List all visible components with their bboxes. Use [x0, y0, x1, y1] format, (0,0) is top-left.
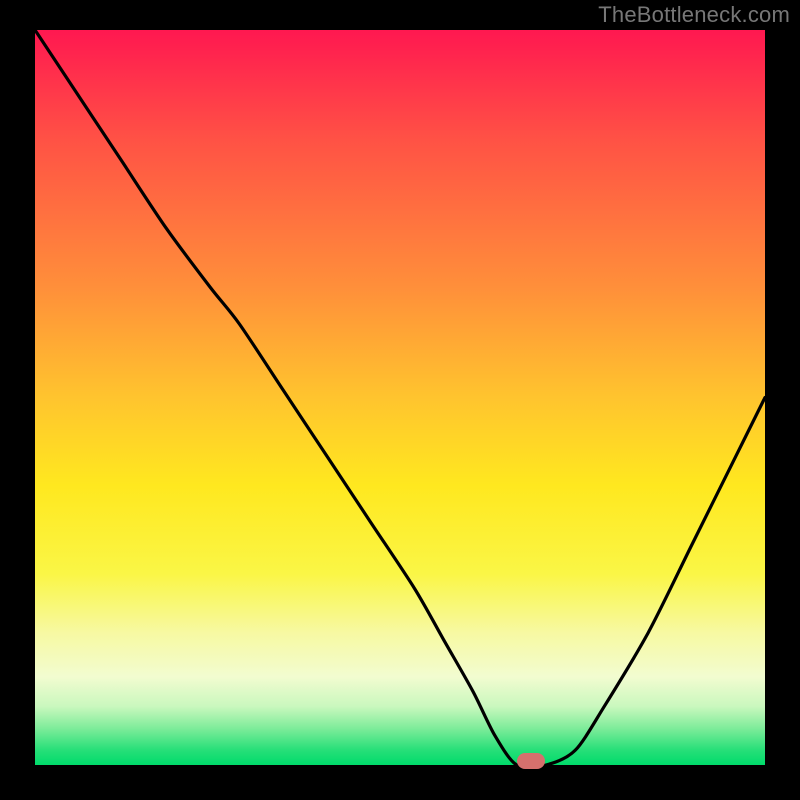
bottleneck-curve [35, 30, 765, 765]
attribution-text: TheBottleneck.com [598, 2, 790, 28]
optimal-marker [517, 753, 545, 769]
plot-area [35, 30, 765, 765]
chart-frame: TheBottleneck.com [0, 0, 800, 800]
